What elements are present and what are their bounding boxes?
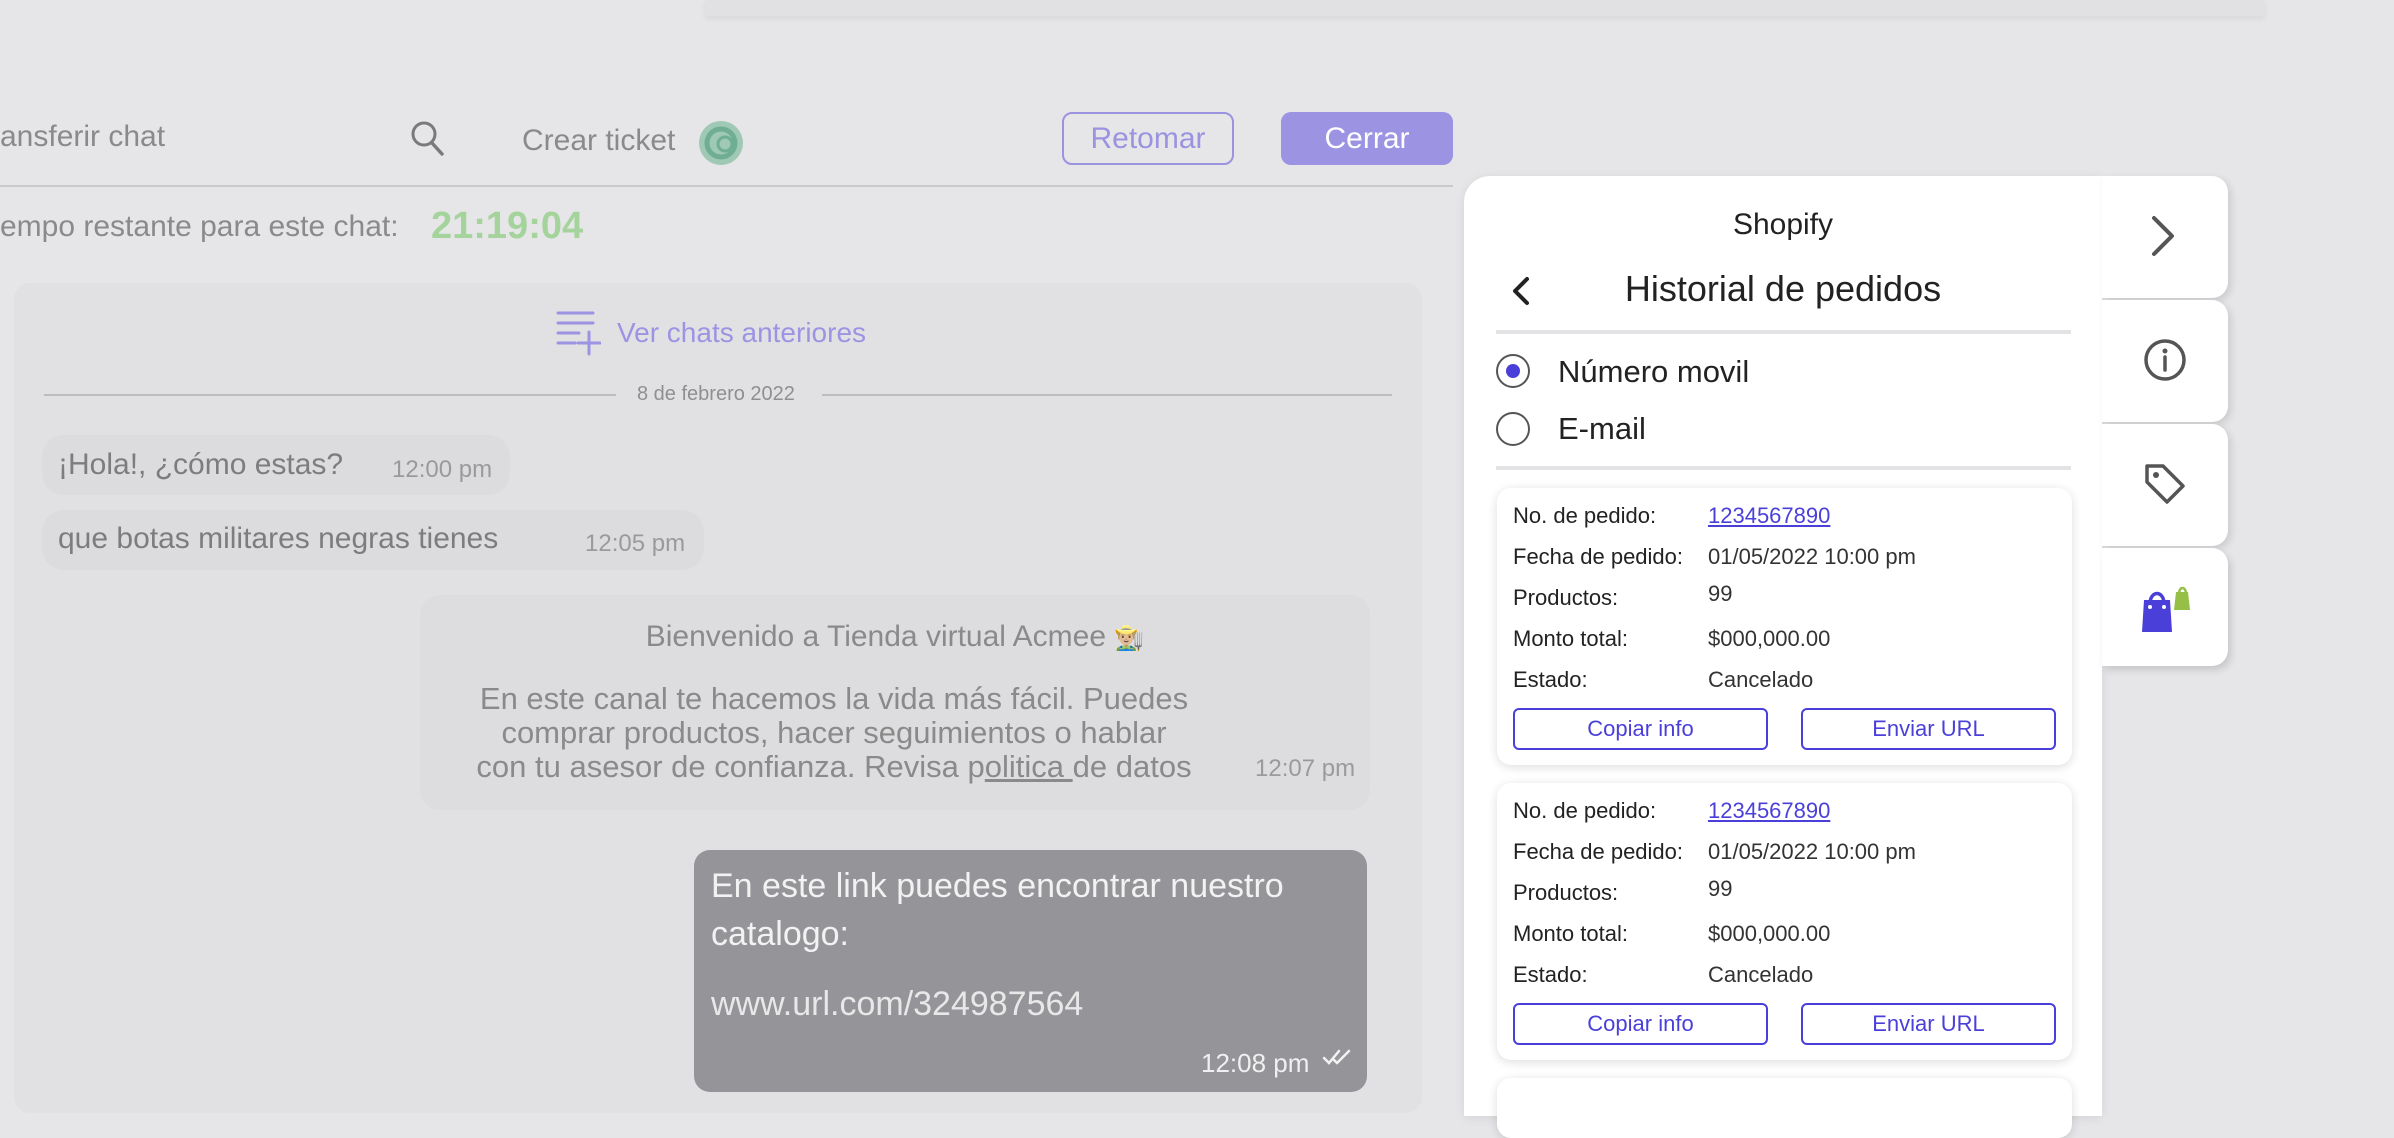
privacy-policy-link[interactable]: olitica [985,749,1073,784]
welcome-line: con tu asesor de confianza. Revisa polit… [434,750,1234,784]
incoming-message: ¡Hola!, ¿cómo estas? 12:00 pm [42,435,510,495]
panel-title: Historial de pedidos [1624,268,1942,309]
status-label: Estado: [1513,962,1588,987]
order-date-value: 01/05/2022 10:00 pm [1708,544,1916,569]
remaining-time-value: 21:19:04 [431,205,584,247]
copy-info-button[interactable]: Copiar info [1513,708,1768,750]
sidebar-tab-info[interactable] [2102,300,2228,422]
total-value: $000,000.00 [1708,921,1831,946]
products-value: 99 [1708,876,1733,901]
welcome-body: En este canal te hacemos la vida más fác… [434,682,1234,784]
total-label: Monto total: [1513,921,1628,946]
date-divider-right [822,394,1392,396]
radio-phone-label[interactable]: Número movil [1558,354,1749,390]
sidebar-tab-shopify[interactable] [2102,548,2228,666]
outgoing-message: En este link puedes encontrar nuestro ca… [694,850,1367,1092]
outgoing-line: catalogo: [711,915,849,953]
sidebar-tab-collapse[interactable] [2102,176,2228,298]
outgoing-line: En este link puedes encontrar nuestro [711,867,1284,905]
welcome-title-text: Bienvenido a Tienda virtual Acmee [645,620,1107,653]
status-value: Cancelado [1708,962,1814,987]
create-ticket-label[interactable]: Crear ticket [522,124,675,158]
double-check-icon [1322,1046,1352,1073]
panel-divider [1496,466,2071,470]
radio-phone[interactable] [1496,354,1530,388]
retomar-button[interactable]: Retomar [1062,112,1234,165]
search-icon[interactable] [410,120,444,156]
total-label: Monto total: [1513,626,1628,651]
products-value: 99 [1708,581,1733,606]
order-no-label: No. de pedido: [1513,503,1657,528]
welcome-line-text: con tu asesor de confianza. Revisa p [476,749,985,784]
farmer-emoji-icon: 👨🏼‍🌾 [1114,625,1145,652]
shopify-bag-icon[interactable] [2136,580,2192,641]
view-previous-chats-link[interactable]: Ver chats anteriores [617,317,866,349]
message-time: 12:08 pm [1201,1048,1310,1078]
chevron-right-icon[interactable] [2148,212,2178,265]
order-no-label: No. de pedido: [1513,798,1657,823]
message-time: 12:07 pm [1255,755,1356,782]
copy-info-button[interactable]: Copiar info [1513,1003,1768,1045]
message-text: ¡Hola!, ¿cómo estas? [58,448,344,481]
view-previous-icon[interactable] [555,308,602,356]
order-no-link[interactable]: 1234567890 [1708,798,1830,824]
sidebar-tab-tags[interactable] [2102,424,2228,546]
message-text: que botas militares negras tienes [58,522,499,555]
outgoing-text: En este link puedes encontrar nuestro ca… [711,862,1284,958]
header-divider [0,185,1453,187]
total-value: $000,000.00 [1708,626,1831,651]
panel-divider [1496,330,2071,334]
message-time: 12:05 pm [585,530,686,557]
order-card [1497,1078,2072,1138]
tag-icon[interactable] [2143,462,2187,511]
send-url-button[interactable]: Enviar URL [1801,708,2056,750]
status-value: Cancelado [1708,667,1814,692]
send-url-button[interactable]: Enviar URL [1801,1003,2056,1045]
products-label: Productos: [1513,585,1619,610]
date-divider-label: 8 de febrero 2022 [637,383,795,405]
welcome-title: Bienvenido a Tienda virtual Acmee 👨🏼‍🌾 [420,620,1370,654]
welcome-line-text: de datos [1072,749,1192,784]
message-time: 12:00 pm [392,456,493,483]
remaining-time-label: empo restante para este chat: [0,210,399,243]
radio-email-label[interactable]: E-mail [1558,411,1646,447]
catalog-url-link[interactable]: www.url.com/324987564 [711,985,1083,1024]
top-bar [705,0,2265,16]
products-label: Productos: [1513,880,1619,905]
order-card: No. de pedido: 1234567890 Fecha de pedid… [1497,783,2072,1060]
panel-source-title: Shopify [1732,208,1834,241]
order-date-value: 01/05/2022 10:00 pm [1708,839,1916,864]
radio-email[interactable] [1496,412,1530,446]
welcome-line: En este canal te hacemos la vida más fác… [479,681,1189,716]
order-card: No. de pedido: 1234567890 Fecha de pedid… [1497,488,2072,765]
status-label: Estado: [1513,667,1588,692]
welcome-line: comprar productos, hacer seguimientos o … [501,715,1167,750]
incoming-message: que botas militares negras tienes 12:05 … [42,510,704,570]
welcome-message: Bienvenido a Tienda virtual Acmee 👨🏼‍🌾 E… [420,595,1370,810]
info-icon[interactable] [2143,338,2187,387]
date-divider-left [44,394,616,396]
order-date-label: Fecha de pedido: [1513,544,1684,569]
cerrar-button[interactable]: Cerrar [1281,112,1453,165]
order-date-label: Fecha de pedido: [1513,839,1684,864]
order-no-link[interactable]: 1234567890 [1708,503,1830,529]
transfer-chat-input[interactable]: ansferir chat [0,120,165,154]
ticket-logo-icon[interactable] [698,120,744,166]
